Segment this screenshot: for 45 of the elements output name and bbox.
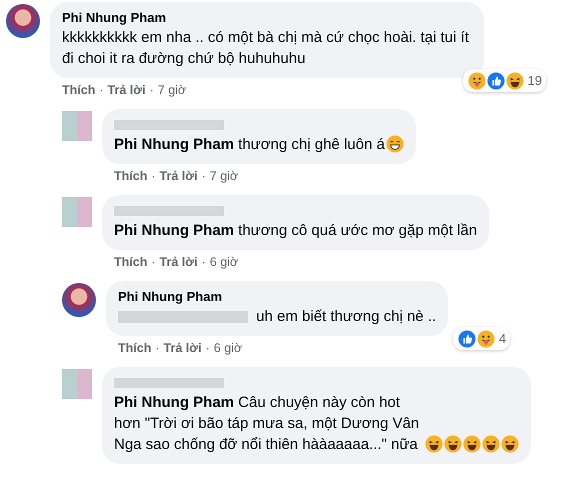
- separator-dot: ·: [202, 255, 206, 269]
- action-link[interactable]: Trả lời: [108, 83, 146, 97]
- action-link[interactable]: Trả lời: [160, 169, 198, 183]
- action-link[interactable]: Trả lời: [164, 341, 202, 355]
- smiling-face-icon: [386, 135, 404, 153]
- avatar[interactable]: [62, 283, 96, 317]
- blurred-avatar: [62, 197, 92, 227]
- separator-dot: ·: [206, 341, 210, 355]
- separator-dot: ·: [150, 83, 154, 97]
- reaction-summary[interactable]: 19: [462, 69, 546, 92]
- action-link[interactable]: Thích: [118, 341, 152, 355]
- hugging-face-icon: [468, 72, 486, 90]
- laughing-face-icon: [425, 435, 443, 453]
- timestamp[interactable]: 7 giờ: [210, 169, 238, 183]
- laughing-face-icon: [482, 435, 500, 453]
- avatar[interactable]: [6, 4, 40, 38]
- laughing-face-icon: [506, 72, 524, 90]
- laughing-face-icon: [501, 435, 519, 453]
- comment-text: Phi Nhung Pham Câu chuyện này còn hot hơn "Trời ơi bão táp mưa sa, một Dương Vân Nga sao chống đỡ nổi thiên hààaaaaa..." nữa: [114, 393, 420, 455]
- author-name[interactable]: Phi Nhung Pham: [118, 288, 436, 306]
- comment-text: kkkkkkkkkk em nha .. có một bà chị mà cứ chọc hoài. tại tui ít đi choi it ra đường chứ bộ huhuhuhu: [62, 29, 469, 67]
- action-link[interactable]: Thích: [62, 83, 96, 97]
- separator-dot: ·: [151, 255, 156, 269]
- action-link[interactable]: Thích: [114, 255, 148, 269]
- separator-dot: ·: [202, 169, 206, 183]
- action-link[interactable]: Trả lời: [160, 255, 198, 269]
- timestamp[interactable]: 7 giờ: [158, 83, 186, 97]
- separator-dot: ·: [151, 169, 156, 183]
- timestamp[interactable]: 6 giờ: [214, 341, 242, 355]
- author-name[interactable]: Phi Nhung Pham: [62, 9, 472, 27]
- comment-text: Phi Nhung Pham thương chị ghê luôn á: [114, 135, 385, 155]
- action-link[interactable]: Thích: [114, 169, 148, 183]
- separator-dot: ·: [155, 341, 160, 355]
- thumbs-up-icon: [486, 72, 505, 90]
- thumbs-up-icon: [458, 330, 476, 348]
- comment-text: uh em biết thương chị nè ..: [256, 308, 436, 325]
- laughing-face-icon: [463, 435, 481, 453]
- timestamp[interactable]: 6 giờ: [210, 255, 238, 269]
- reaction-summary[interactable]: 4: [452, 327, 510, 350]
- hugging-face-icon: [476, 330, 495, 348]
- separator-dot: ·: [99, 83, 104, 97]
- laughing-face-icon: [444, 435, 462, 453]
- blurred-avatar: [62, 111, 92, 141]
- comment-text: Phi Nhung Pham thương cô quá ước mơ gặp một lần: [114, 222, 478, 239]
- blurred-avatar: [62, 369, 92, 399]
